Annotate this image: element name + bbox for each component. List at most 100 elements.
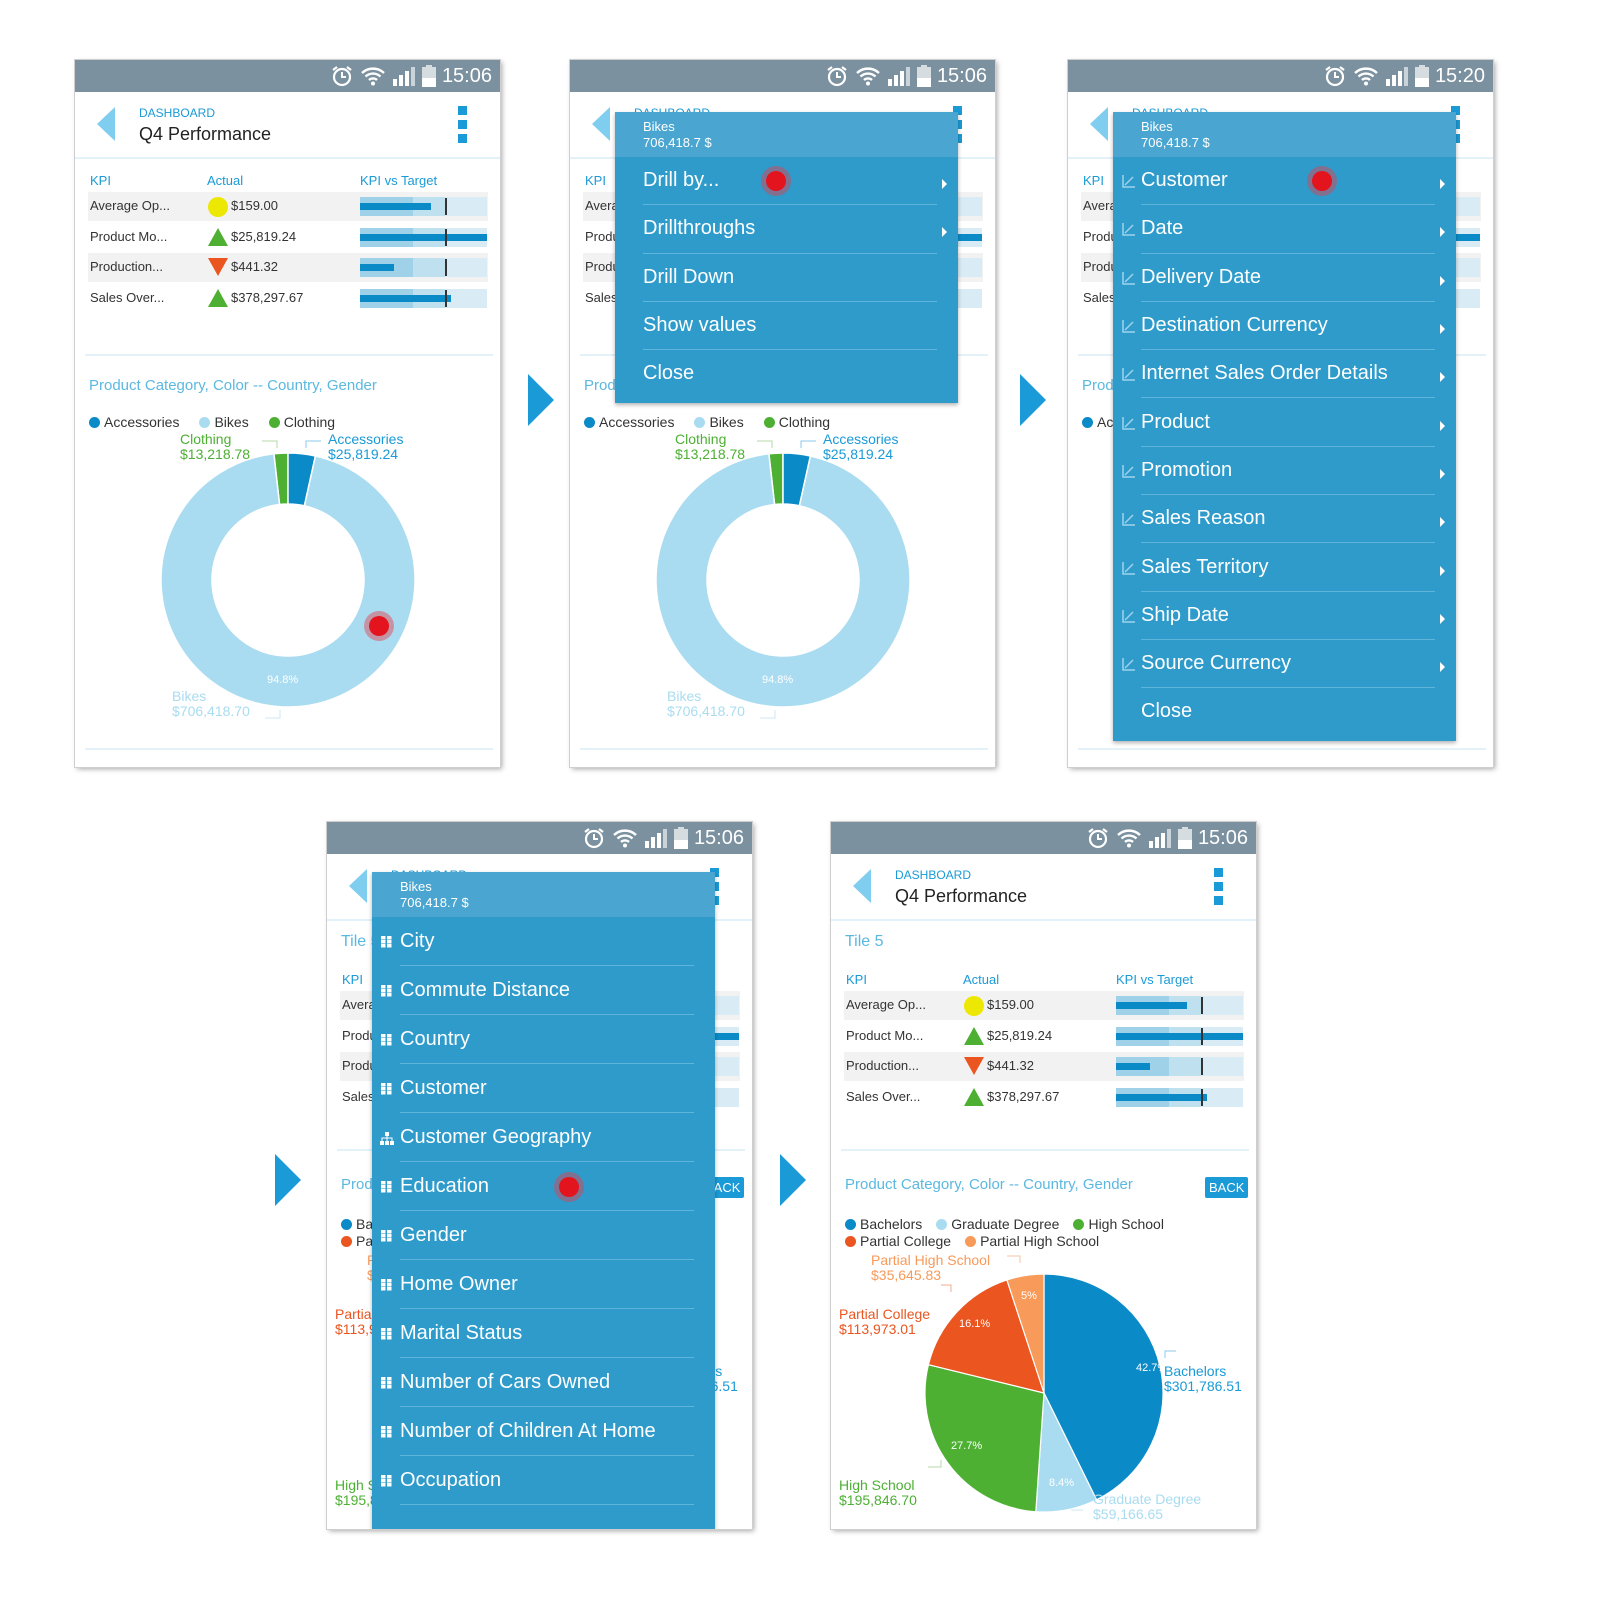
touch-indicator	[554, 1171, 584, 1202]
submenu-arrow-icon	[1440, 466, 1446, 484]
data-label-name: High School	[839, 1477, 915, 1493]
menu-item-sales-reason[interactable]: Sales Reason	[1113, 495, 1456, 544]
menu-item-source-currency[interactable]: Source Currency	[1113, 640, 1456, 689]
menu-item-label: Close	[643, 362, 695, 385]
menu-item-label: Country	[400, 1027, 471, 1050]
bikes-percent: 94.8%	[267, 674, 299, 686]
leader-line	[262, 440, 278, 448]
submenu-arrow-icon	[1440, 321, 1446, 339]
menu-item-close[interactable]: Close	[615, 350, 958, 398]
dimension-icon	[1121, 222, 1136, 242]
next-step-arrow-icon	[780, 1154, 806, 1206]
menu-header: Bikes 706,418.7 $	[615, 112, 958, 157]
attribute-grid-icon	[381, 1082, 393, 1102]
menu-separator	[400, 1504, 694, 1505]
bikes-label-name: Bikes	[667, 688, 702, 704]
phone-screen: 15:20DASHBOARDQ4 PerformanceKPIActualKPI…	[1068, 60, 1493, 767]
menu-item-label: Occupation	[400, 1468, 502, 1491]
menu-item-date[interactable]: Date	[1113, 205, 1456, 254]
menu-item-label: City	[400, 929, 435, 952]
context-menu-context: Bikes 706,418.7 $ Drill by... Drillthroughs…	[615, 112, 958, 403]
menu-item-label: Delivery Date	[1141, 265, 1262, 288]
clothing-label-name: Clothing	[675, 431, 727, 447]
attribute-grid-icon	[381, 1376, 393, 1396]
menu-item-label: Close	[1141, 700, 1193, 723]
menu-item-drill-down[interactable]: Drill Down	[615, 254, 958, 302]
submenu-arrow-icon	[1440, 611, 1446, 629]
slice-percent: 5%	[1021, 1290, 1037, 1302]
section-divider	[85, 748, 493, 750]
menu-item-education[interactable]: Education	[372, 1162, 715, 1211]
leader-line	[1007, 1255, 1021, 1263]
menu-item-number-of-children-at-home[interactable]: Number of Children At Home	[372, 1407, 715, 1456]
submenu-arrow-icon	[1440, 369, 1446, 387]
menu-item-internet-sales-order-details[interactable]: Internet Sales Order Details	[1113, 350, 1456, 399]
bikes-label-value: $706,418.70	[667, 703, 745, 719]
menu-item-label: Ship Date	[1141, 603, 1229, 626]
attribute-grid-icon	[381, 984, 393, 1004]
menu-item-label: Customer	[400, 1076, 487, 1099]
section-divider	[580, 748, 988, 750]
menu-item-label: Date	[1141, 217, 1184, 240]
menu-item-product[interactable]: Product	[1113, 399, 1456, 447]
menu-header: Bikes 706,418.7 $	[372, 872, 715, 917]
submenu-arrow-icon	[1440, 514, 1446, 532]
menu-item-occupation[interactable]: Occupation	[372, 1456, 715, 1505]
menu-item-drill-by[interactable]: Drill by...	[615, 157, 958, 206]
menu-item-close[interactable]: Close	[1113, 688, 1456, 736]
clothing-label-value: $13,218.78	[180, 446, 251, 462]
dimension-icon	[1121, 319, 1136, 339]
submenu-arrow-icon	[1440, 176, 1446, 194]
touch-indicator	[761, 166, 791, 197]
data-label-value: $113,973.01	[839, 1321, 916, 1337]
menu-header-value: 706,418.7 $	[643, 135, 712, 150]
dimension-icon	[1121, 561, 1136, 581]
menu-item-city[interactable]: City	[372, 917, 715, 966]
menu-item-home-owner[interactable]: Home Owner	[372, 1260, 715, 1309]
menu-header-name: Bikes	[400, 879, 432, 894]
submenu-arrow-icon	[1440, 418, 1446, 436]
menu-item-marital-status[interactable]: Marital Status	[372, 1309, 715, 1358]
menu-item-customer[interactable]: Customer	[372, 1064, 715, 1113]
menu-item-destination-currency[interactable]: Destination Currency	[1113, 302, 1456, 351]
menu-item-label: Commute Distance	[400, 978, 571, 1001]
menu-item-promotion[interactable]: Promotion	[1113, 447, 1456, 496]
menu-item-label: Drill Down	[643, 265, 735, 288]
menu-item-delivery-date[interactable]: Delivery Date	[1113, 254, 1456, 302]
menu-item-sales-territory[interactable]: Sales Territory	[1113, 543, 1456, 592]
menu-item-label: Sales Territory	[1141, 555, 1269, 578]
menu-header: Bikes 706,418.7 $	[1113, 112, 1456, 157]
attribute-grid-icon	[381, 935, 393, 955]
menu-item-gender[interactable]: Gender	[372, 1211, 715, 1260]
menu-item-show-values[interactable]: Show values	[615, 302, 958, 351]
menu-item-label: Source Currency	[1141, 652, 1292, 675]
submenu-arrow-icon	[1440, 659, 1446, 677]
menu-item-customer[interactable]: Customer	[1113, 157, 1456, 206]
slice-percent: 16.1%	[959, 1318, 991, 1330]
menu-item-ship-date[interactable]: Ship Date	[1113, 592, 1456, 640]
menu-item-label: Sales Reason	[1141, 507, 1266, 530]
dimension-icon	[1121, 657, 1136, 677]
menu-item-label: Number of Cars Owned	[400, 1370, 611, 1393]
attribute-grid-icon	[381, 1229, 393, 1249]
menu-item-label: Product	[1141, 410, 1210, 433]
leader-line	[800, 440, 816, 448]
attribute-grid-icon	[381, 1278, 393, 1298]
menu-item-customer-geography[interactable]: Customer Geography	[372, 1113, 715, 1162]
menu-item-number-of-cars-owned[interactable]: Number of Cars Owned	[372, 1358, 715, 1407]
leader-line	[305, 440, 321, 448]
submenu-arrow-icon	[942, 224, 948, 242]
data-label-value: $195,846.70	[839, 1492, 917, 1508]
menu-item-label: Customer	[1141, 169, 1228, 192]
attribute-grid-icon	[381, 1180, 393, 1200]
phone-screen: 15:06DASHBOARDQ4 PerformanceTile 5KPIAct…	[831, 822, 1256, 1529]
data-label-value: $301,786.51	[1164, 1378, 1242, 1394]
menu-item-country[interactable]: Country	[372, 1015, 715, 1064]
data-label-value: $35,645.83	[871, 1267, 942, 1283]
menu-item-label: Show values	[643, 314, 757, 337]
menu-item-drillthroughs[interactable]: Drillthroughs	[615, 205, 958, 254]
clothing-label-name: Clothing	[180, 431, 232, 447]
menu-item-label: Marital Status	[400, 1321, 523, 1344]
menu-item-commute-distance[interactable]: Commute Distance	[372, 966, 715, 1015]
hierarchy-icon	[379, 1131, 395, 1151]
